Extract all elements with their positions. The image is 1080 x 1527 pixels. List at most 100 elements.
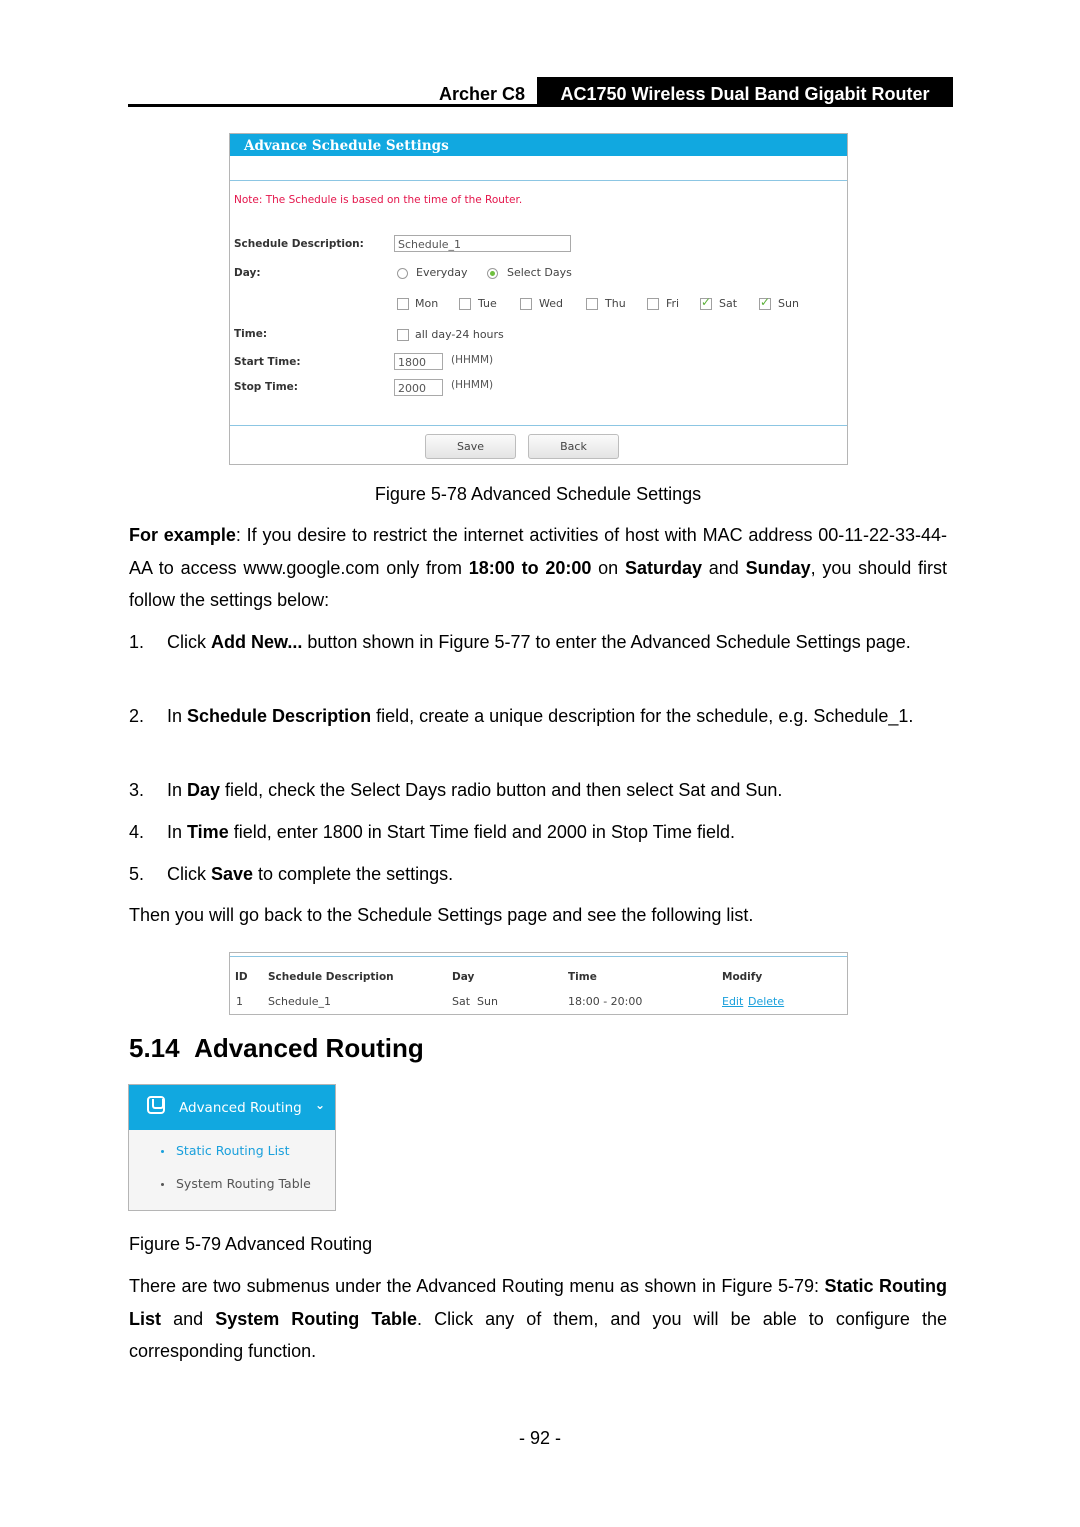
- menu-header-advanced-routing[interactable]: Advanced Routing ⌄: [129, 1085, 335, 1130]
- example-day: Saturday: [624, 557, 702, 578]
- time-label: Time:: [234, 328, 268, 340]
- everyday-label: Everyday: [416, 266, 468, 279]
- schedule-description-label: Schedule Description:: [234, 238, 364, 250]
- header-model: Archer C8: [438, 84, 525, 104]
- step-text: field, enter 1800 in Start Time field an…: [228, 822, 735, 842]
- step-number: 2.: [129, 706, 145, 726]
- figure-78-caption: Figure 5-78 Advanced Schedule Settings: [374, 484, 702, 504]
- step-text: button shown in Figure 5-77 to enter the…: [302, 632, 911, 652]
- bullet-icon: [161, 1183, 164, 1186]
- closing-bold: System Routing Table: [215, 1308, 418, 1329]
- save-button[interactable]: Save: [425, 434, 516, 459]
- mon-checkbox[interactable]: [397, 298, 409, 310]
- bullet-icon: [161, 1150, 164, 1153]
- step-bold: Schedule Description: [187, 706, 372, 726]
- panel-title: Advance Schedule Settings: [230, 134, 847, 156]
- thu-label: Thu: [605, 297, 626, 310]
- menu-item-label: System Routing Table: [176, 1176, 311, 1191]
- delete-link[interactable]: Delete: [748, 995, 784, 1008]
- col-header-id: ID: [235, 971, 248, 983]
- advance-schedule-settings-panel: Advance Schedule Settings Note: The Sche…: [229, 133, 848, 465]
- all-day-checkbox[interactable]: [397, 329, 409, 341]
- step-text: field, check the Select Days radio butto…: [220, 780, 783, 800]
- day-label: Day:: [234, 267, 261, 279]
- then-text: Then you will go back to the Schedule Se…: [129, 905, 754, 925]
- all-day-label: all day-24 hours: [415, 328, 504, 341]
- stop-time-format: (HHMM): [451, 379, 494, 391]
- example-time-range: 18:00 to 20:00: [468, 557, 592, 578]
- select-days-radio[interactable]: [487, 268, 498, 279]
- fri-checkbox[interactable]: [647, 298, 659, 310]
- row-time: 18:00 - 20:00: [568, 995, 643, 1008]
- wed-checkbox[interactable]: [520, 298, 532, 310]
- chevron-down-icon: ⌄: [315, 1098, 326, 1112]
- tue-checkbox[interactable]: [459, 298, 471, 310]
- step-text: In: [167, 706, 188, 726]
- sat-checkbox[interactable]: [700, 295, 712, 310]
- step-number: 4.: [129, 822, 145, 842]
- example-text: on: [591, 557, 625, 578]
- wed-label: Wed: [539, 297, 563, 310]
- step-number: 5.: [129, 864, 145, 884]
- start-time-label: Start Time:: [234, 356, 301, 368]
- header-rule: [128, 104, 953, 107]
- sat-label: Sat: [719, 297, 738, 310]
- row-day: Sat Sun: [452, 995, 498, 1008]
- menu-item-system-routing-table[interactable]: System Routing Table: [161, 1176, 311, 1191]
- everyday-radio[interactable]: [397, 268, 408, 279]
- step-number: 3.: [129, 780, 145, 800]
- step-item: 4. In Time field, enter 1800 in Start Ti…: [129, 816, 947, 849]
- step-item: 5. Click Save to complete the settings.: [129, 858, 947, 891]
- stop-time-label: Stop Time:: [234, 381, 298, 393]
- step-bold: Add New...: [211, 632, 303, 652]
- select-days-label: Select Days: [507, 266, 572, 279]
- step-item: 3. In Day field, check the Select Days r…: [129, 774, 947, 807]
- tue-label: Tue: [478, 297, 497, 310]
- closing-text: There are two submenus under the Advance…: [129, 1276, 825, 1296]
- edit-link[interactable]: Edit: [722, 995, 743, 1008]
- divider: [230, 425, 847, 426]
- sun-checkbox[interactable]: [759, 295, 771, 310]
- section-number: 5.14: [129, 1033, 180, 1063]
- sun-label: Sun: [778, 297, 799, 310]
- section-title: Advanced Routing: [194, 1033, 424, 1063]
- thu-checkbox[interactable]: [586, 298, 598, 310]
- schedule-description-input[interactable]: Schedule_1: [394, 235, 571, 252]
- mon-label: Mon: [415, 297, 439, 310]
- step-number: 1.: [129, 632, 145, 652]
- start-time-format: (HHMM): [451, 354, 494, 366]
- step-item: 1. Click Add New... button shown in Figu…: [129, 626, 947, 659]
- page-number: - 92 -: [518, 1428, 561, 1448]
- step-text: In: [167, 822, 188, 842]
- figure-79-caption: Figure 5-79 Advanced Routing: [129, 1234, 373, 1254]
- stop-time-input[interactable]: 2000: [394, 379, 443, 396]
- col-header-time: Time: [568, 971, 597, 983]
- start-time-input[interactable]: 1800: [394, 353, 443, 370]
- example-day: Sunday: [745, 557, 811, 578]
- step-text: to complete the settings.: [253, 864, 454, 884]
- divider: [230, 180, 847, 181]
- step-bold: Save: [211, 864, 254, 884]
- schedule-note: Note: The Schedule is based on the time …: [234, 194, 523, 206]
- menu-title: Advanced Routing: [179, 1100, 302, 1116]
- step-text: Click: [167, 632, 211, 652]
- col-header-modify: Modify: [722, 971, 763, 983]
- row-description: Schedule_1: [268, 995, 332, 1008]
- step-text: In: [167, 780, 188, 800]
- menu-item-static-routing-list[interactable]: Static Routing List: [161, 1143, 289, 1158]
- step-text: field, create a unique description for t…: [371, 706, 914, 726]
- schedule-table: ID Schedule Description Day Time Modify …: [229, 952, 848, 1015]
- fri-label: Fri: [666, 297, 680, 310]
- closing-text: and: [161, 1308, 216, 1329]
- example-text: and: [702, 557, 746, 578]
- menu-item-label: Static Routing List: [176, 1143, 290, 1158]
- step-bold: Time: [187, 822, 229, 842]
- step-item: 2. In Schedule Description field, create…: [129, 700, 947, 733]
- back-button[interactable]: Back: [528, 434, 619, 459]
- step-text: Click: [167, 864, 211, 884]
- section-heading: 5.14 Advanced Routing: [129, 1033, 424, 1064]
- header-product: AC1750 Wireless Dual Band Gigabit Router: [537, 77, 953, 107]
- closing-paragraph: There are two submenus under the Advance…: [129, 1270, 947, 1368]
- advanced-routing-menu: Advanced Routing ⌄ Static Routing List S…: [128, 1084, 336, 1211]
- step-bold: Day: [187, 780, 221, 800]
